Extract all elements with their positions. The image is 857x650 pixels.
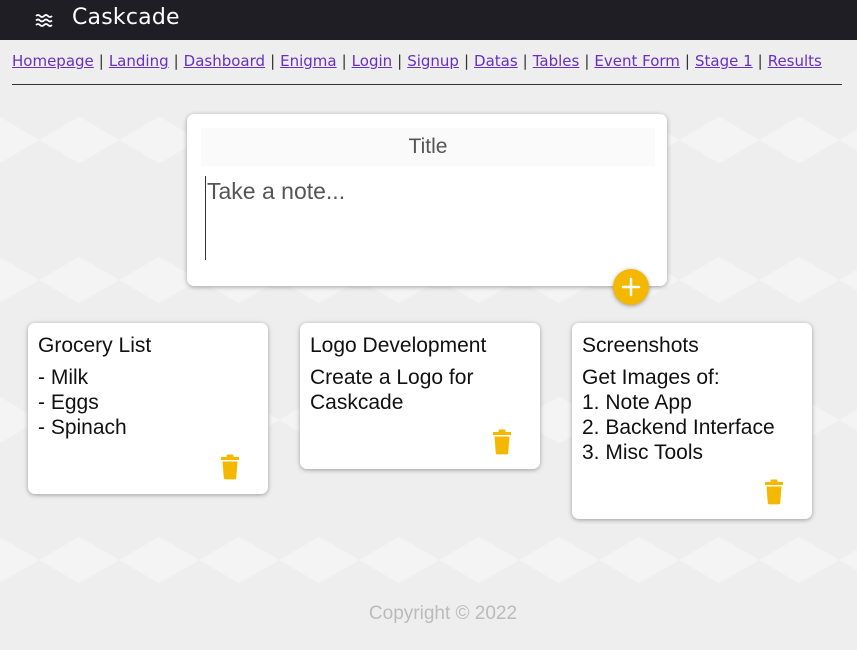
nav-links-bar: Homepage | Landing | Dashboard | Enigma | Login |… (12, 52, 842, 85)
nav-link-enigma[interactable]: Enigma (280, 52, 336, 70)
nav-link-results[interactable]: Results (768, 52, 822, 70)
nav-link-signup[interactable]: Signup (407, 52, 459, 70)
add-note-button[interactable] (613, 269, 649, 305)
note-card: Screenshots Get Images of: 1. Note App 2… (572, 323, 812, 519)
app-brand[interactable]: Caskcade (72, 5, 180, 30)
note-composer (187, 114, 667, 286)
nav-separator: | (98, 52, 104, 70)
note-card: Logo Development Create a Logo for Caskc… (300, 323, 540, 469)
note-body: Create a Logo for Caskcade (310, 366, 474, 414)
trash-icon (491, 429, 513, 458)
footer-copyright: Copyright © 2022 (368, 603, 518, 624)
nav-separator: | (757, 52, 763, 70)
nav-separator: | (173, 52, 179, 70)
top-app-bar: Caskcade (0, 0, 857, 40)
note-card: Grocery List - Milk - Eggs - Spinach (28, 323, 268, 494)
plus-icon (613, 277, 649, 308)
nav-separator: | (522, 52, 528, 70)
nav-separator: | (270, 52, 276, 70)
nav-link-stage-1[interactable]: Stage 1 (695, 52, 753, 70)
delete-note-button[interactable] (491, 429, 513, 455)
nav-link-tables[interactable]: Tables (533, 52, 580, 70)
nav-separator: | (584, 52, 590, 70)
nav-link-landing[interactable]: Landing (109, 52, 169, 70)
delete-note-button[interactable] (219, 454, 241, 480)
nav-link-homepage[interactable]: Homepage (12, 52, 94, 70)
nav-separator: | (397, 52, 403, 70)
menu-waves-icon[interactable] (34, 10, 54, 30)
delete-note-button[interactable] (763, 479, 785, 505)
note-title: Grocery List (38, 334, 152, 357)
note-title-input[interactable] (201, 128, 655, 166)
nav-separator: | (341, 52, 347, 70)
note-body: Get Images of: 1. Note App 2. Backend In… (582, 366, 775, 464)
note-title: Logo Development (310, 334, 487, 357)
trash-icon (219, 454, 241, 483)
note-title: Screenshots (582, 334, 699, 357)
nav-link-dashboard[interactable]: Dashboard (184, 52, 265, 70)
nav-separator: | (684, 52, 690, 70)
nav-link-event-form[interactable]: Event Form (594, 52, 680, 70)
nav-link-datas[interactable]: Datas (474, 52, 518, 70)
note-body: - Milk - Eggs - Spinach (38, 366, 127, 439)
nav-separator: | (463, 52, 470, 70)
note-body-input[interactable] (205, 176, 649, 260)
trash-icon (763, 479, 785, 508)
nav-link-login[interactable]: Login (352, 52, 392, 70)
